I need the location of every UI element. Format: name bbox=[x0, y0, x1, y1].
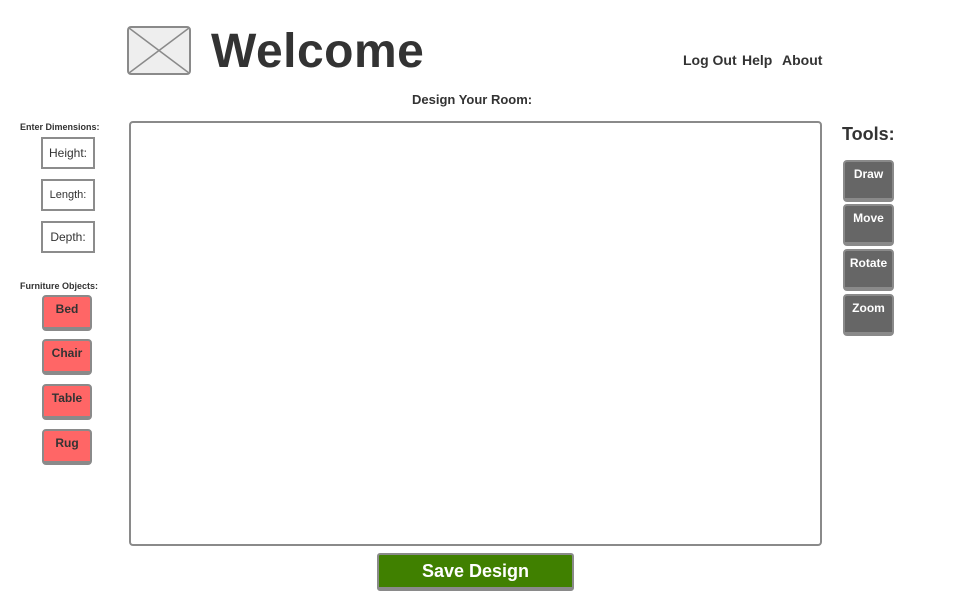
zoom-tool-button[interactable]: Zoom bbox=[843, 294, 894, 336]
logo-placeholder-icon bbox=[127, 26, 191, 75]
logout-link[interactable]: Log Out bbox=[683, 52, 737, 68]
page-title: Welcome bbox=[211, 25, 425, 78]
design-canvas[interactable] bbox=[129, 121, 822, 546]
furniture-title: Furniture Objects: bbox=[20, 281, 99, 291]
design-area-label: Design Your Room: bbox=[412, 92, 533, 107]
chair-button[interactable]: Chair bbox=[42, 339, 92, 375]
height-field[interactable]: Height: bbox=[41, 137, 95, 169]
bed-button[interactable]: Bed bbox=[42, 295, 92, 331]
table-button[interactable]: Table bbox=[42, 384, 92, 420]
depth-field[interactable]: Depth: bbox=[41, 221, 95, 253]
length-field[interactable]: Length: bbox=[41, 179, 95, 211]
move-tool-button[interactable]: Move bbox=[843, 204, 894, 246]
tools-title: Tools: bbox=[842, 124, 895, 144]
dimensions-title: Enter Dimensions: bbox=[20, 122, 100, 132]
rotate-tool-button[interactable]: Rotate bbox=[843, 249, 894, 291]
about-link[interactable]: About bbox=[782, 52, 822, 68]
rug-button[interactable]: Rug bbox=[42, 429, 92, 465]
help-link[interactable]: Help bbox=[742, 52, 772, 68]
draw-tool-button[interactable]: Draw bbox=[843, 160, 894, 202]
save-design-button[interactable]: Save Design bbox=[377, 553, 574, 591]
